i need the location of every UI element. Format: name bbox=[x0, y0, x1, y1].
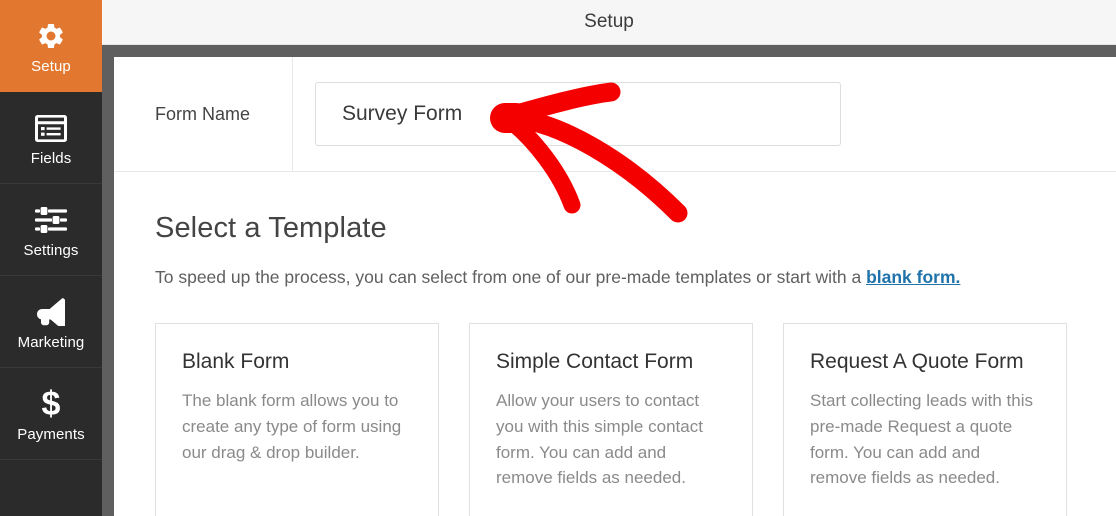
form-name-input[interactable] bbox=[315, 82, 841, 146]
setup-panel: Form Name Select a Template To speed up … bbox=[114, 57, 1116, 516]
form-name-field-cell bbox=[293, 57, 1116, 171]
sidebar-item-payments[interactable]: $ Payments bbox=[0, 368, 102, 460]
sidebar-item-fields[interactable]: Fields bbox=[0, 92, 102, 184]
form-name-label: Form Name bbox=[155, 103, 251, 124]
template-card-request-a-quote-form[interactable]: Request A Quote Form Start collecting le… bbox=[783, 323, 1067, 516]
sidebar-item-marketing[interactable]: Marketing bbox=[0, 276, 102, 368]
gear-icon bbox=[36, 17, 66, 55]
sidebar-item-label: Setup bbox=[31, 58, 71, 75]
section-title: Select a Template bbox=[155, 212, 387, 244]
page-title: Setup bbox=[584, 11, 634, 32]
list-icon bbox=[35, 109, 67, 147]
template-card-list: Blank Form The blank form allows you to … bbox=[155, 323, 1116, 516]
blank-form-link[interactable]: blank form. bbox=[866, 267, 960, 287]
template-card-description: Allow your users to contact you with thi… bbox=[496, 391, 703, 488]
sidebar-item-label: Settings bbox=[23, 242, 79, 259]
template-card-description: The blank form allows you to create any … bbox=[182, 391, 402, 462]
form-name-row: Form Name bbox=[114, 57, 1116, 172]
sidebar: Setup Fields Settings Marketing $ Paymen… bbox=[0, 0, 102, 516]
sidebar-item-settings[interactable]: Settings bbox=[0, 184, 102, 276]
sidebar-item-label: Payments bbox=[17, 426, 85, 443]
panel-frame: Form Name Select a Template To speed up … bbox=[102, 45, 1116, 516]
template-section: Select a Template To speed up the proces… bbox=[114, 172, 1116, 516]
template-card-blank-form[interactable]: Blank Form The blank form allows you to … bbox=[155, 323, 439, 516]
dollar-icon: $ bbox=[40, 385, 62, 423]
form-name-label-cell: Form Name bbox=[114, 57, 293, 171]
sidebar-item-label: Fields bbox=[30, 150, 72, 167]
main-region: Setup Form Name Select a Template To spe… bbox=[102, 0, 1116, 516]
template-card-title: Request A Quote Form bbox=[810, 350, 1024, 373]
template-card-title: Simple Contact Form bbox=[496, 350, 694, 373]
section-description-text: To speed up the process, you can select … bbox=[155, 267, 867, 287]
template-card-simple-contact-form[interactable]: Simple Contact Form Allow your users to … bbox=[469, 323, 753, 516]
sliders-icon bbox=[35, 201, 67, 239]
sidebar-item-label: Marketing bbox=[17, 334, 85, 351]
sidebar-item-setup[interactable]: Setup bbox=[0, 0, 102, 92]
megaphone-icon bbox=[34, 293, 68, 331]
top-bar: Setup bbox=[102, 0, 1116, 45]
form-builder-app: Setup Fields Settings Marketing $ Paymen… bbox=[0, 0, 1116, 516]
template-card-description: Start collecting leads with this pre-mad… bbox=[810, 391, 1033, 488]
template-card-title: Blank Form bbox=[182, 350, 290, 373]
svg-text:$: $ bbox=[42, 387, 61, 421]
section-description: To speed up the process, you can select … bbox=[155, 267, 1116, 288]
